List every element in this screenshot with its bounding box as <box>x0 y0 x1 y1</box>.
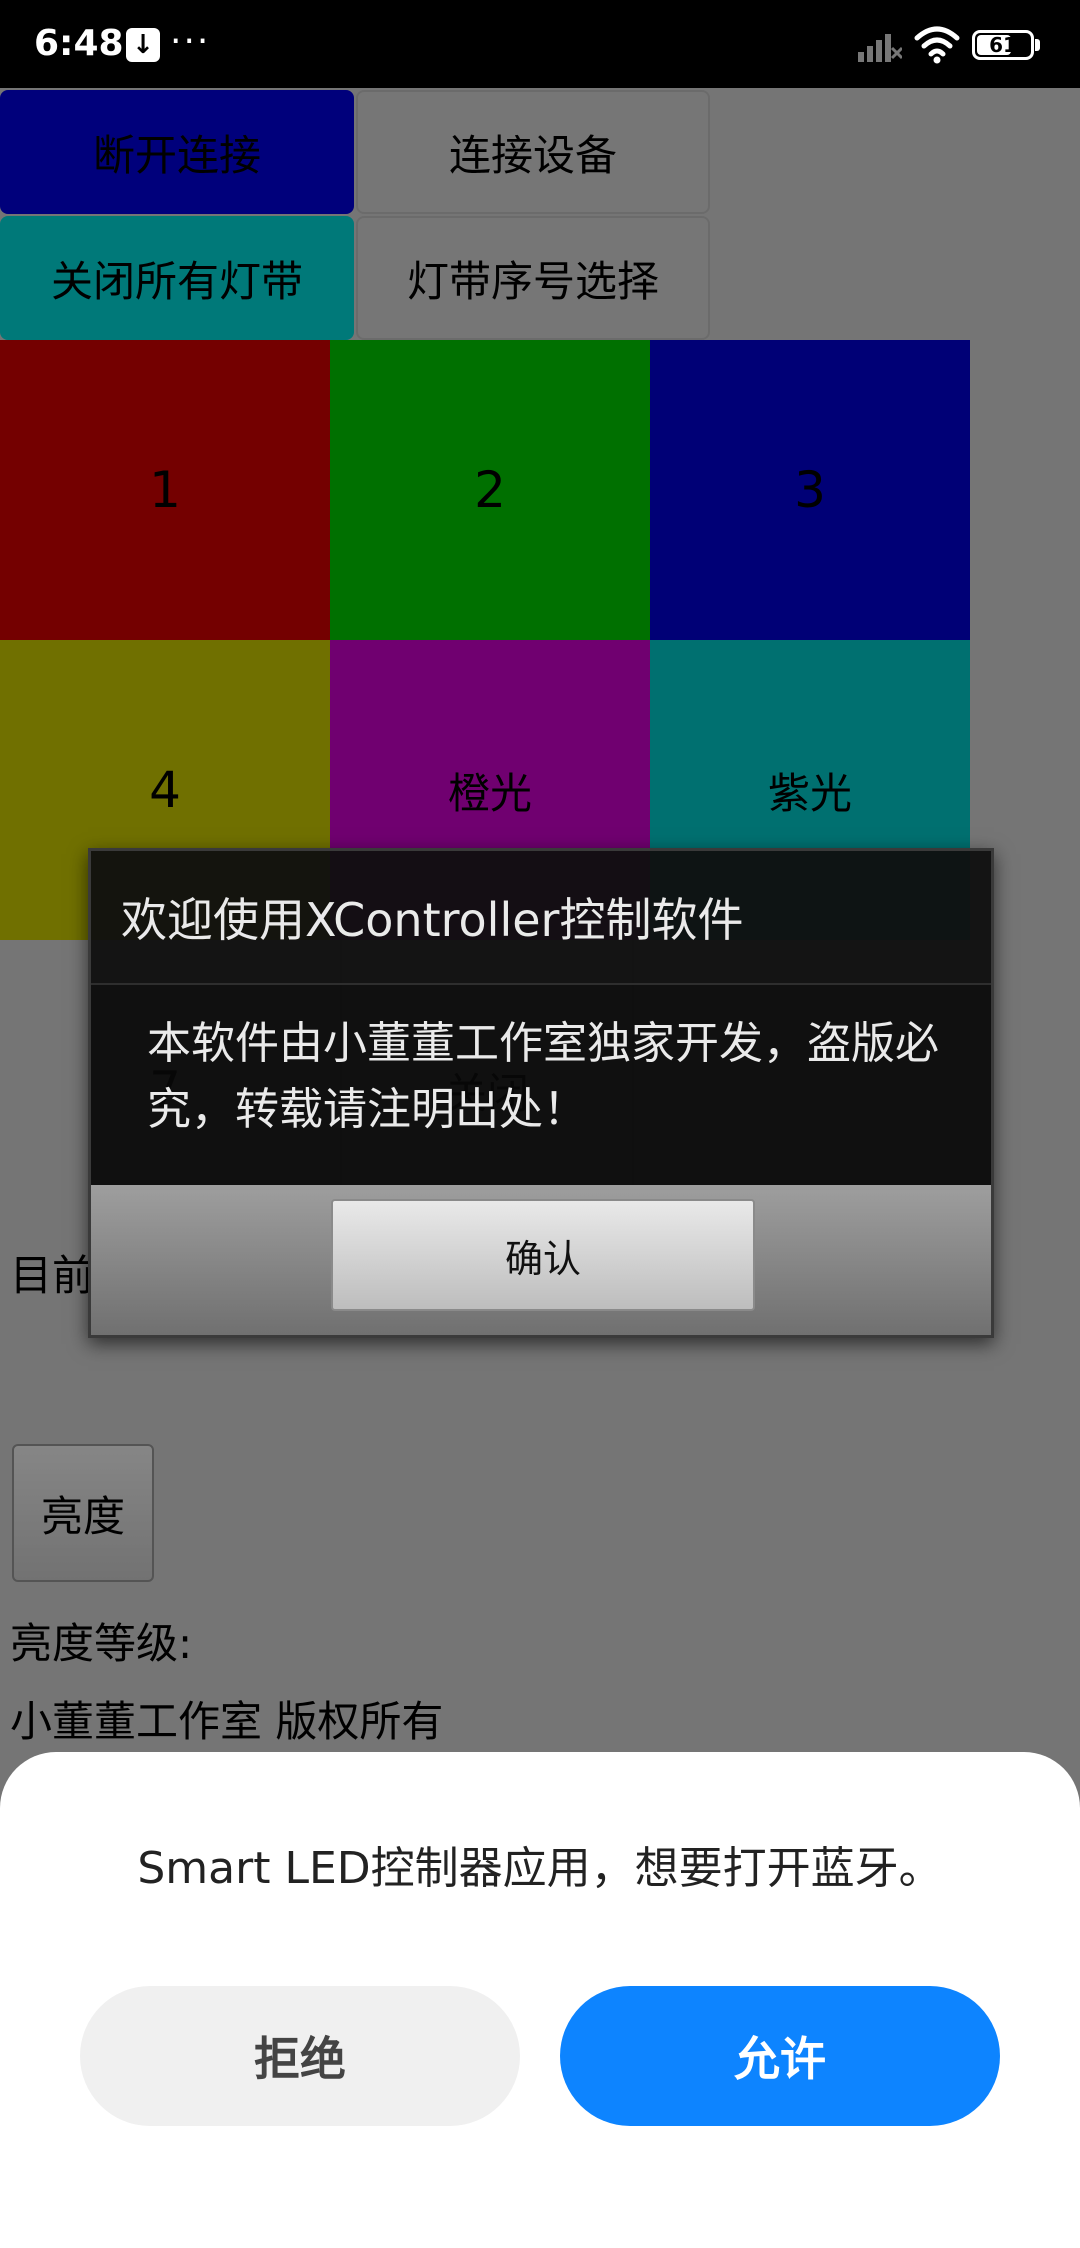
status-time: 6:48 <box>34 23 124 64</box>
dialog-footer: 确认 <box>91 1185 991 1335</box>
dialog-title: 欢迎使用XController控制软件 <box>91 851 991 985</box>
battery-icon: 61 <box>972 30 1034 60</box>
deny-button[interactable]: 拒绝 <box>80 1986 520 2126</box>
permission-message: Smart LED控制器应用，想要打开蓝牙。 <box>137 1843 943 1894</box>
allow-button[interactable]: 允许 <box>560 1986 1000 2126</box>
battery-level: 61 <box>989 33 1017 57</box>
signal-icon <box>858 34 902 62</box>
download-icon: ↓ <box>126 28 160 62</box>
bluetooth-permission-sheet: Smart LED控制器应用，想要打开蓝牙。 拒绝 允许 <box>0 1752 1080 2248</box>
status-bar: 6:48 ↓ ··· 61 <box>0 0 1080 88</box>
wifi-icon <box>914 26 960 64</box>
battery-tip <box>1035 39 1040 51</box>
confirm-button[interactable]: 确认 <box>331 1199 755 1311</box>
more-notifications-icon: ··· <box>170 21 211 62</box>
welcome-dialog: 欢迎使用XController控制软件 本软件由小董董工作室独家开发，盗版必究，… <box>88 848 994 1338</box>
dialog-message: 本软件由小董董工作室独家开发，盗版必究，转载请注明出处！ <box>147 1018 939 1135</box>
